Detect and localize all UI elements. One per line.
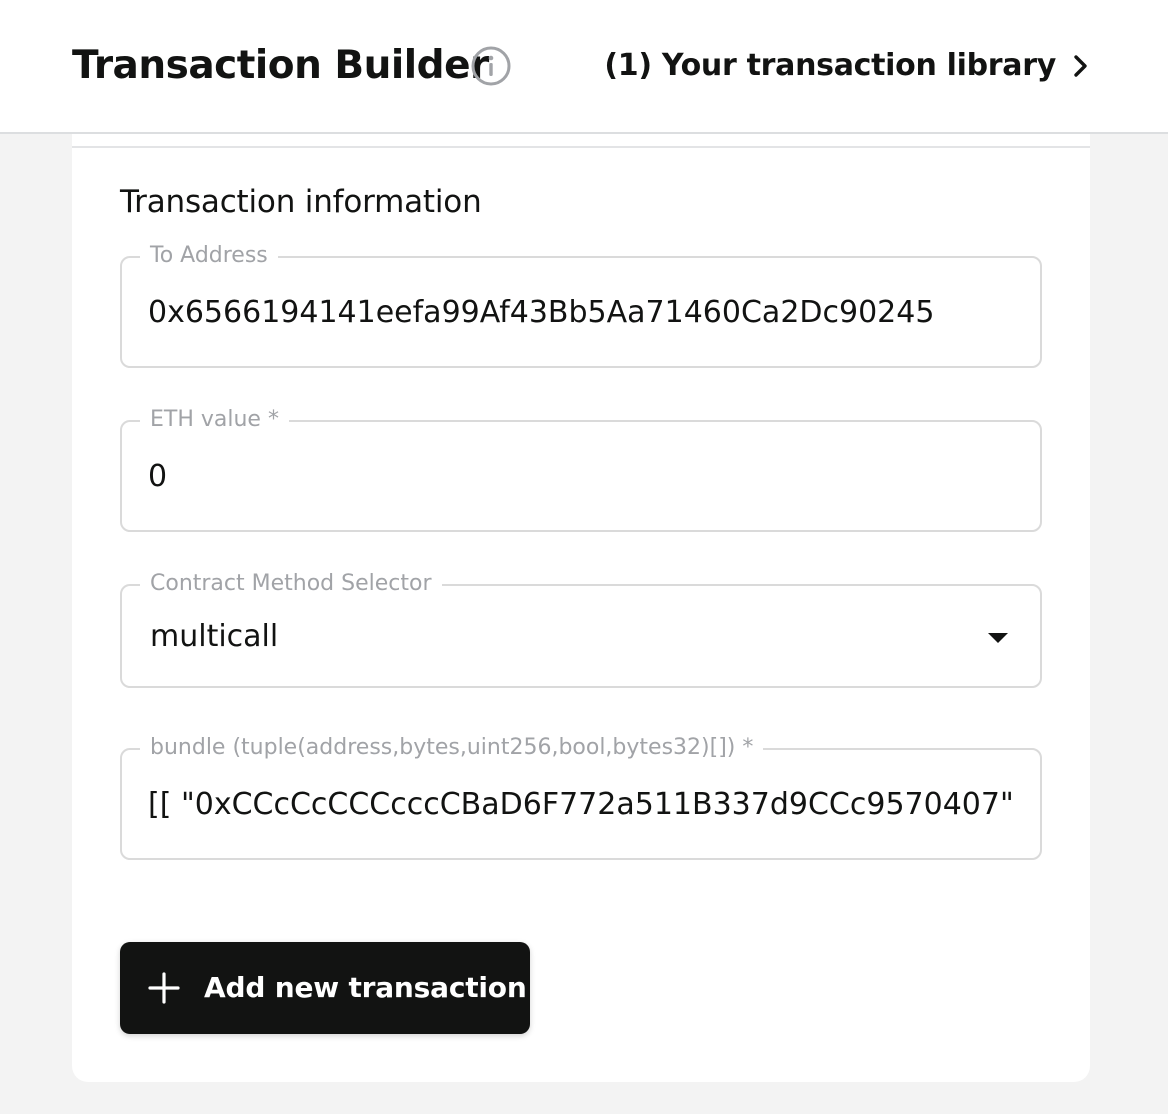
bundle-label: bundle (tuple(address,bytes,uint256,bool… [140, 733, 764, 763]
caret-down-icon[interactable] [986, 631, 1010, 645]
to-address-field[interactable]: To Address 0x6566194141eefa99Af43Bb5Aa71… [120, 241, 1042, 368]
transaction-card: Transaction information To Address 0x656… [72, 134, 1090, 1082]
eth-value-field[interactable]: ETH value * 0 [120, 405, 1042, 532]
info-icon[interactable] [470, 45, 512, 87]
method-selector-value[interactable]: multicall [150, 616, 1014, 658]
eth-value-label: ETH value * [140, 405, 289, 435]
transaction-library-label: (1) Your transaction library [604, 48, 1056, 83]
page-title: Transaction Builder [72, 43, 489, 88]
plus-icon [148, 972, 180, 1004]
app-header: Transaction Builder (1) Your transaction… [0, 0, 1168, 134]
method-selector-field[interactable]: Contract Method Selector multicall [120, 569, 1042, 688]
section-title: Transaction information [120, 184, 482, 220]
to-address-input[interactable]: 0x6566194141eefa99Af43Bb5Aa71460Ca2Dc902… [148, 292, 1014, 334]
transaction-library-link[interactable]: (1) Your transaction library [604, 44, 1094, 88]
chevron-right-icon [1074, 55, 1087, 77]
add-new-transaction-label: Add new transaction [204, 971, 527, 1004]
card-divider [72, 146, 1090, 148]
method-selector-label: Contract Method Selector [140, 569, 442, 599]
bundle-field[interactable]: bundle (tuple(address,bytes,uint256,bool… [120, 733, 1042, 860]
bundle-input[interactable]: [[ "0xCCcCcCCCcccCBaD6F772a511B337d9CCc9… [148, 784, 1014, 826]
add-new-transaction-button[interactable]: Add new transaction [120, 942, 530, 1034]
to-address-label: To Address [140, 241, 278, 271]
eth-value-input[interactable]: 0 [148, 456, 1014, 498]
